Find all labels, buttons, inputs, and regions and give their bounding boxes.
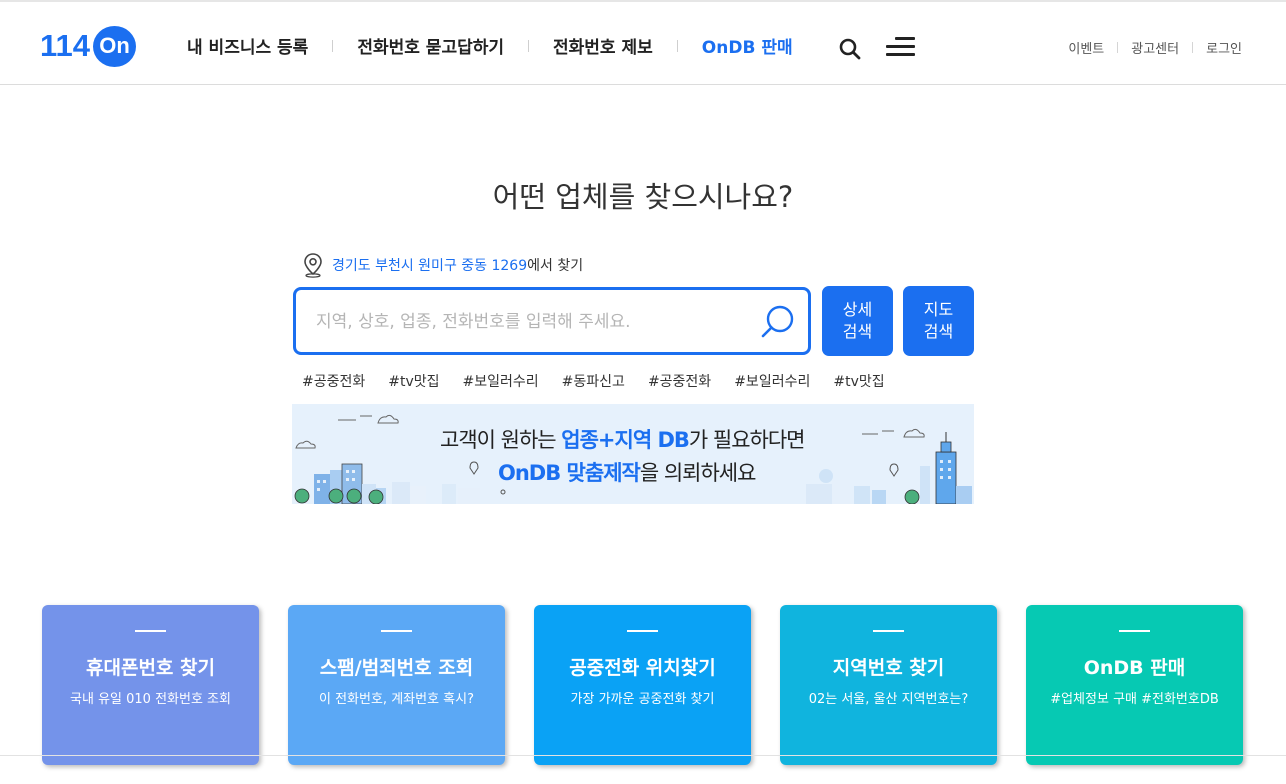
card-mobile-number[interactable]: 휴대폰번호 찾기 국내 유일 010 전화번호 조회 (42, 605, 259, 765)
nav-divider (528, 39, 530, 52)
tag-link[interactable]: #tv맛집 (833, 371, 884, 391)
map-search-label-2: 검색 (923, 322, 954, 341)
util-event-link[interactable]: 이벤트 (1068, 38, 1104, 57)
card-title: OnDB 판매 (1083, 657, 1186, 679)
card-dash (135, 630, 166, 632)
tag-link[interactable]: #tv맛집 (388, 371, 439, 391)
banner-text: 고객이 원하는 (440, 428, 562, 452)
popular-tags: #공중전화 #tv맛집 #보일러수리 #동파신고 #공중전화 #보일러수리 #t… (302, 371, 908, 391)
header-search-icon[interactable] (838, 37, 862, 61)
card-dash (1119, 630, 1150, 632)
util-divider (1117, 42, 1119, 53)
map-search-label-1: 지도 (923, 300, 954, 319)
banner-headline-1: 고객이 원하는 업종+지역 DB가 필요하다면 (440, 424, 806, 454)
card-dash (627, 630, 658, 632)
card-title: 스팸/범죄번호 조회 (319, 657, 474, 679)
util-divider (1192, 42, 1194, 53)
banner-highlight: OnDB 맞춤제작 (498, 461, 641, 485)
location-suffix: 에서 찾기 (527, 258, 584, 274)
banner-text: 가 필요하다면 (688, 428, 806, 452)
map-search-button[interactable]: 지도 검색 (903, 286, 974, 356)
card-title: 지역번호 찾기 (832, 657, 945, 679)
tag-link[interactable]: #보일러수리 (463, 371, 539, 391)
banner-highlight: 업종+지역 DB (561, 428, 690, 452)
ondb-promo-banner[interactable]: 고객이 원하는 업종+지역 DB가 필요하다면 OnDB 맞춤제작을 의뢰하세요 (292, 404, 974, 504)
logo-number: 114 (40, 28, 91, 63)
utility-nav: 이벤트 광고센터 로그인 (1068, 38, 1242, 57)
hero-title: 어떤 업체를 찾으시나요? (492, 180, 794, 214)
card-subtitle: 02는 서울, 울산 지역번호는? (808, 692, 969, 707)
nav-divider (676, 39, 678, 52)
card-dash (381, 630, 412, 632)
card-title: 휴대폰번호 찾기 (86, 657, 215, 679)
detail-search-button[interactable]: 상세 검색 (822, 286, 893, 356)
nav-phone-qna[interactable]: 전화번호 묻고답하기 (357, 33, 504, 58)
util-login-link[interactable]: 로그인 (1206, 38, 1242, 57)
nav-ondb-sale[interactable]: OnDB 판매 (702, 33, 793, 58)
menu-icon[interactable] (886, 37, 915, 59)
city-illustration (294, 414, 972, 504)
card-dash (873, 630, 904, 632)
search-input[interactable] (316, 308, 756, 336)
card-title: 공중전화 위치찾기 (569, 657, 716, 679)
logo-on-badge: On (93, 25, 137, 67)
nav-phone-report[interactable]: 전화번호 제보 (553, 33, 653, 58)
location-row: 경기도 부천시 원미구 중동 1269 에서 찾기 (302, 252, 583, 278)
tag-link[interactable]: #공중전화 (302, 371, 365, 391)
detail-search-label-1: 상세 (842, 300, 873, 319)
header: 114 On 내 비즈니스 등록 전화번호 묻고답하기 전화번호 제보 OnDB… (0, 2, 1286, 85)
location-pin-icon (304, 253, 322, 278)
banner-text: 을 의뢰하세요 (639, 461, 757, 485)
search-submit-icon[interactable] (758, 303, 798, 343)
card-subtitle: 이 전화번호, 계좌번호 혹시? (319, 692, 474, 707)
logo[interactable]: 114 On (40, 25, 137, 67)
card-subtitle: 국내 유일 010 전화번호 조회 (70, 692, 231, 707)
card-payphone-location[interactable]: 공중전화 위치찾기 가장 가까운 공중전화 찾기 (534, 605, 751, 765)
card-spam-lookup[interactable]: 스팸/범죄번호 조회 이 전화번호, 계좌번호 혹시? (288, 605, 505, 765)
detail-search-label-2: 검색 (842, 322, 873, 341)
card-area-code[interactable]: 지역번호 찾기 02는 서울, 울산 지역번호는? (780, 605, 997, 765)
util-ad-center-link[interactable]: 광고센터 (1131, 38, 1179, 57)
nav-register-business[interactable]: 내 비즈니스 등록 (187, 33, 308, 58)
current-location-link[interactable]: 경기도 부천시 원미구 중동 1269 (332, 255, 527, 275)
card-subtitle: #업체정보 구매 #전화번호DB (1050, 692, 1219, 707)
card-subtitle: 가장 가까운 공중전화 찾기 (570, 692, 715, 707)
card-ondb-sale[interactable]: OnDB 판매 #업체정보 구매 #전화번호DB (1026, 605, 1243, 765)
bottom-divider (0, 755, 1286, 756)
tag-link[interactable]: #보일러수리 (734, 371, 810, 391)
main-nav: 내 비즈니스 등록 전화번호 묻고답하기 전화번호 제보 OnDB 판매 (187, 33, 793, 58)
banner-headline-2: OnDB 맞춤제작을 의뢰하세요 (498, 457, 757, 487)
tag-link[interactable]: #공중전화 (648, 371, 711, 391)
tag-link[interactable]: #동파신고 (562, 371, 625, 391)
nav-divider (332, 39, 334, 52)
search-box (293, 287, 811, 355)
